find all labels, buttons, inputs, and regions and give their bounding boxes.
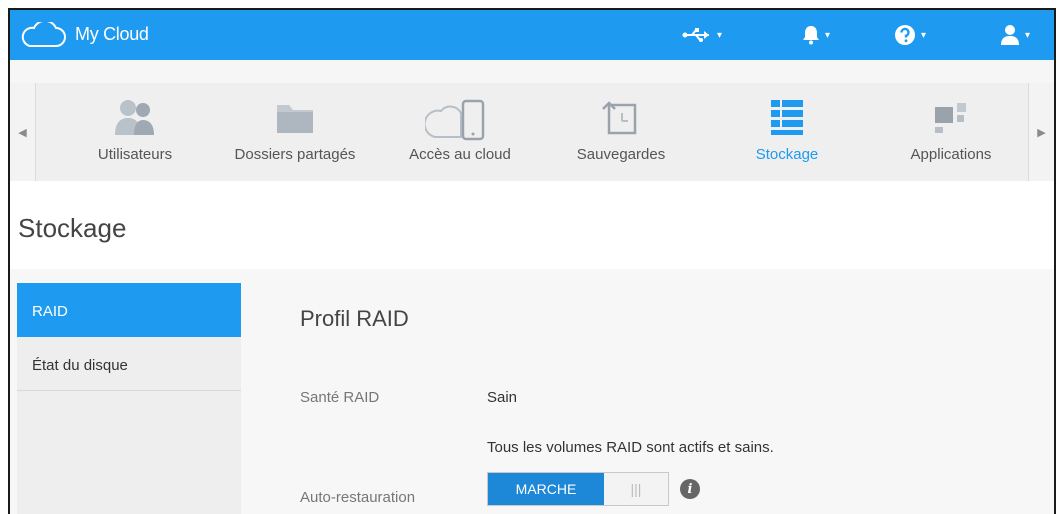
auto-restore-label: Auto-restauration [300,489,416,506]
usb-icon [682,28,709,42]
nav-item-users[interactable]: Utilisateurs [60,83,210,181]
top-bar: My Cloud ▾ ▾ ▾ ▾ [10,10,1054,60]
page-header: Stockage [10,181,1054,269]
brand-name[interactable]: My Cloud [75,24,149,45]
notifications-menu[interactable]: ▾ [802,23,830,47]
section-title: Profil RAID [300,306,409,331]
users-icon [115,100,154,135]
user-menu[interactable]: ▾ [1000,23,1030,47]
sidebar-item-raid[interactable]: RAID [17,283,241,337]
nav-item-storage[interactable]: Stockage [712,83,862,181]
storage-icon [771,100,803,135]
sidebar-item-disk-status[interactable]: État du disque [17,337,241,391]
main-nav: ◀ Utilisateurs Dossiers partagés Accès a… [10,83,1054,181]
nav-scroll-right-button[interactable]: ▶ [1028,83,1054,181]
nav-item-label: Sauvegardes [576,146,666,163]
sidebar: RAID État du disque [17,283,241,514]
chevron-down-icon: ▾ [825,29,831,41]
chevron-down-icon: ▾ [717,29,723,41]
cloud-logo-icon [21,22,66,47]
toggle-on-label: MARCHE [488,473,604,505]
user-icon [1001,25,1019,45]
nav-scroll-left-button[interactable]: ◀ [10,83,36,181]
nav-item-backups[interactable]: Sauvegardes [546,83,696,181]
nav-item-label: Stockage [755,146,819,163]
raid-health-value: Sain [487,389,518,406]
nav-item-label: Accès au cloud [409,146,511,163]
chevron-down-icon: ▾ [921,29,927,41]
content-area: RAID État du disque Profil RAID Santé RA… [10,269,1054,514]
folder-icon [277,105,313,133]
nav-item-label: Utilisateurs [97,146,173,163]
nav-item-shared-folders[interactable]: Dossiers partagés [220,83,370,181]
nav-item-label: Applications [910,146,992,163]
bell-icon [803,26,819,45]
page-title: Stockage [18,213,127,243]
toggle-handle: ||| [604,473,668,505]
help-icon [895,25,915,45]
nav-item-label: Dossiers partagés [234,146,356,163]
raid-health-label: Santé RAID [300,389,380,406]
cloud-device-icon [425,99,485,141]
nav-item-cloud-access[interactable]: Accès au cloud [385,83,535,181]
auto-restore-toggle[interactable]: MARCHE ||| [487,472,669,506]
usb-menu[interactable]: ▾ [682,23,722,47]
nav-item-applications[interactable]: Applications [876,83,1026,181]
app-window: My Cloud ▾ ▾ ▾ ▾ ◀ Utilisateurs Dossiers… [8,8,1056,514]
raid-health-detail: Tous les volumes RAID sont actifs et sai… [487,439,774,456]
backup-icon [602,101,637,135]
help-menu[interactable]: ▾ [894,23,926,47]
chevron-down-icon: ▾ [1025,29,1031,41]
info-icon[interactable]: i [680,479,700,499]
apps-icon [935,103,966,133]
